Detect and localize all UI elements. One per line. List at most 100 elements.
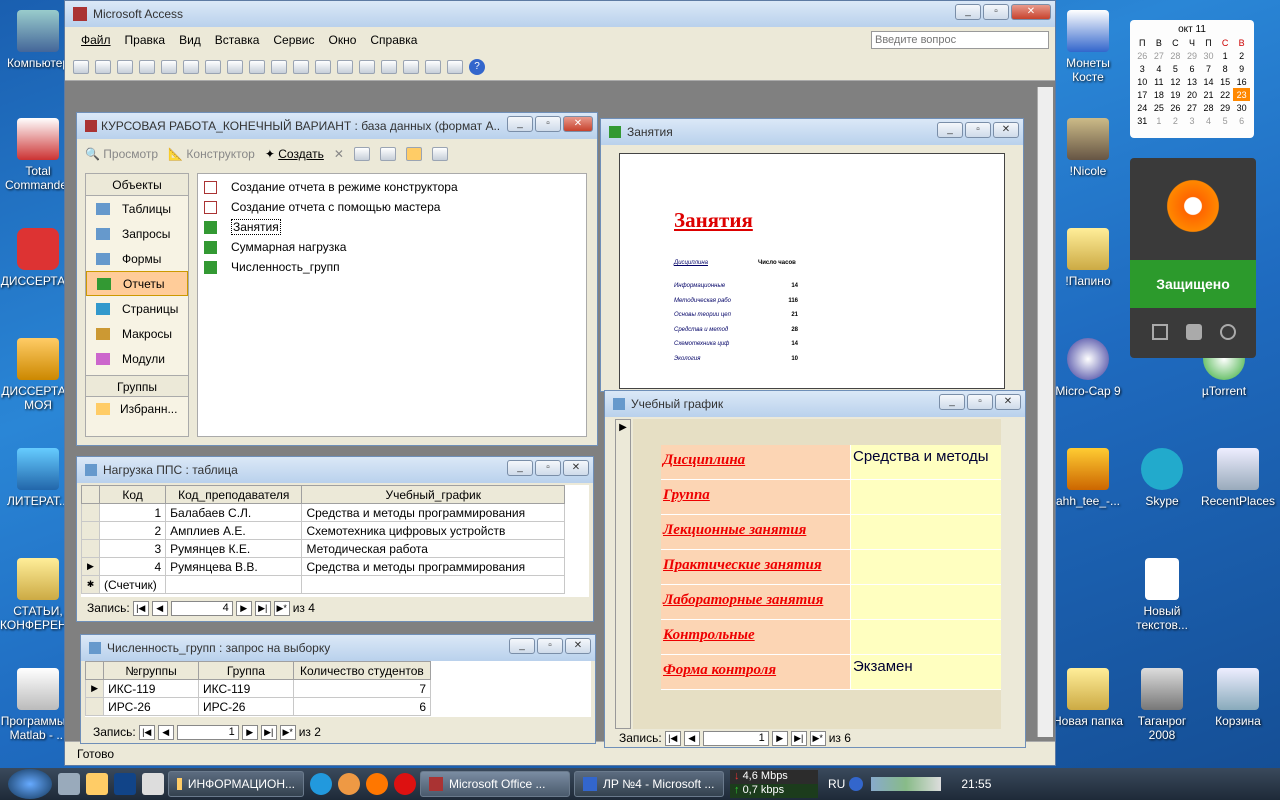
report-list-item[interactable]: Создание отчета в режиме конструктора xyxy=(204,177,580,197)
db-maximize-button[interactable]: ▫ xyxy=(535,116,561,132)
desktop-icon-skype[interactable]: Skype xyxy=(1124,448,1200,508)
calendar-gadget[interactable]: окт 11 П В С Ч П С В 26 27 28 29 30 1 2 3 4 5 6 7 8 9 10 11 12 1… xyxy=(1130,20,1254,138)
objects-header[interactable]: Объекты xyxy=(86,174,188,196)
relationships-icon[interactable] xyxy=(425,59,441,74)
properties-icon[interactable] xyxy=(403,59,419,74)
table-row[interactable]: 1 Балабаев С.Л. Средства и методы программ… xyxy=(80,503,565,522)
table-cell[interactable]: 2 xyxy=(99,521,167,540)
query-maximize-button[interactable]: ▫ xyxy=(537,638,563,654)
print-icon[interactable] xyxy=(161,59,177,74)
calendar-day[interactable]: 20 xyxy=(1184,88,1201,101)
load-minimize-button[interactable]: _ xyxy=(507,460,533,476)
report-close-button[interactable]: ✕ xyxy=(993,122,1019,138)
calendar-day[interactable]: 5 xyxy=(1217,114,1234,127)
table-cell[interactable]: ИКС-119 xyxy=(103,679,199,698)
new-object-icon[interactable] xyxy=(447,59,463,74)
report-list-item[interactable]: Создание отчета с помощью мастера xyxy=(204,197,580,217)
column-header[interactable]: Группа xyxy=(197,661,294,680)
notepad-icon[interactable] xyxy=(142,773,164,795)
menu-tools[interactable]: Сервис xyxy=(273,33,314,47)
desktop-icon-winamp[interactable]: ahh_tee_-... xyxy=(1050,448,1126,508)
schedule-minimize-button[interactable]: _ xyxy=(939,394,965,410)
undo-icon[interactable] xyxy=(293,59,309,74)
calendar-day[interactable]: 26 xyxy=(1167,101,1184,114)
table-cell[interactable]: Румянцева В.В. xyxy=(165,557,303,576)
schedule-maximize-button[interactable]: ▫ xyxy=(967,394,993,410)
object-forms[interactable]: Формы xyxy=(86,246,188,271)
form-field-value[interactable] xyxy=(851,550,1001,584)
new-record-row[interactable]: ✱ (Счетчик) xyxy=(80,575,565,594)
calendar-day[interactable]: 14 xyxy=(1200,75,1217,88)
next-record-button[interactable]: ▶ xyxy=(771,730,788,746)
new-icon[interactable] xyxy=(73,59,89,74)
calendar-day[interactable]: 29 xyxy=(1184,49,1201,62)
calendar-day[interactable]: 10 xyxy=(1134,75,1151,88)
desktop-icon-monety[interactable]: Монеты Косте xyxy=(1050,10,1126,84)
calendar-day[interactable]: 9 xyxy=(1233,62,1250,75)
small-icons-icon[interactable] xyxy=(379,147,396,161)
photoshop-icon[interactable] xyxy=(114,773,136,795)
desktop-icon-new-text[interactable]: Новый текстов... xyxy=(1124,558,1200,632)
table-cell[interactable]: Средства и методы программирования xyxy=(301,503,565,522)
vertical-scrollbar[interactable] xyxy=(1037,87,1053,737)
opera-icon[interactable] xyxy=(394,773,416,795)
table-cell[interactable]: 7 xyxy=(292,679,432,698)
table-cell[interactable]: Средства и методы программирования xyxy=(301,557,565,576)
help-icon[interactable]: ? xyxy=(469,58,485,75)
calendar-day[interactable]: 7 xyxy=(1200,62,1217,75)
form-field-value[interactable] xyxy=(851,480,1001,514)
tray-icons[interactable] xyxy=(871,777,942,791)
table-cell[interactable]: ИКС-119 xyxy=(197,679,294,698)
taskbar-button-info[interactable]: ИНФОРМАЦИОН... xyxy=(168,771,304,797)
menu-edit[interactable]: Правка xyxy=(125,33,166,47)
calendar-day[interactable]: 12 xyxy=(1167,75,1184,88)
open-icon[interactable] xyxy=(95,59,111,74)
object-modules[interactable]: Модули xyxy=(86,346,188,371)
table-cell[interactable]: (Счетчик) xyxy=(99,575,167,594)
expand-icon[interactable] xyxy=(1152,324,1168,340)
start-button[interactable] xyxy=(8,769,52,799)
desktop-icon-new-folder[interactable]: Новая папка xyxy=(1050,668,1126,728)
last-record-button[interactable]: ▶| xyxy=(260,724,277,740)
object-queries[interactable]: Запросы xyxy=(86,221,188,246)
chrome-icon[interactable] xyxy=(338,773,360,795)
question-input[interactable] xyxy=(871,31,1049,49)
menu-insert[interactable]: Вставка xyxy=(215,33,260,47)
calendar-day[interactable]: 8 xyxy=(1217,62,1234,75)
new-record-button[interactable]: ▶* xyxy=(809,730,826,746)
preview-icon[interactable] xyxy=(183,59,199,74)
close-button[interactable]: ✕ xyxy=(1011,4,1051,20)
calendar-day[interactable]: 24 xyxy=(1134,101,1151,114)
calendar-day[interactable]: 21 xyxy=(1200,88,1217,101)
calendar-day[interactable]: 30 xyxy=(1233,101,1250,114)
desktop-icon-recentplaces[interactable]: RecentPlaces xyxy=(1200,448,1276,508)
last-record-button[interactable]: ▶| xyxy=(790,730,807,746)
calendar-day[interactable]: 28 xyxy=(1167,49,1184,62)
list-icon[interactable] xyxy=(405,147,422,161)
table-cell[interactable]: Румянцев К.Е. xyxy=(165,539,303,558)
schedule-close-button[interactable]: ✕ xyxy=(995,394,1021,410)
desktop-icon-papino[interactable]: !Папино xyxy=(1050,228,1126,288)
copy-icon[interactable] xyxy=(249,59,265,74)
table-row[interactable]: 3 Румянцев К.Е. Методическая работа xyxy=(80,539,565,558)
desktop-icon-microcap[interactable]: Micro-Cap 9 xyxy=(1050,338,1126,398)
calendar-day[interactable]: 28 xyxy=(1200,101,1217,114)
calendar-day[interactable]: 2 xyxy=(1167,114,1184,127)
paste-icon[interactable] xyxy=(271,59,287,74)
form-field-value[interactable]: Экзамен xyxy=(851,655,1001,689)
column-header[interactable]: Учебный_график xyxy=(301,485,565,504)
calendar-day[interactable]: 1 xyxy=(1217,49,1234,62)
object-pages[interactable]: Страницы xyxy=(86,296,188,321)
calendar-day[interactable]: 6 xyxy=(1184,62,1201,75)
load-close-button[interactable]: ✕ xyxy=(563,460,589,476)
calendar-day[interactable]: 5 xyxy=(1167,62,1184,75)
column-header[interactable]: Код xyxy=(99,485,167,504)
save-icon[interactable] xyxy=(117,59,133,74)
calendar-day[interactable]: 4 xyxy=(1200,114,1217,127)
first-record-button[interactable]: |◀ xyxy=(132,600,149,616)
load-maximize-button[interactable]: ▫ xyxy=(535,460,561,476)
record-selector[interactable]: ▶ xyxy=(615,419,631,729)
table-cell[interactable]: ИРС-26 xyxy=(197,697,294,716)
desktop-icon-recycle-bin[interactable]: Корзина xyxy=(1200,668,1276,728)
script-icon[interactable] xyxy=(381,59,397,74)
